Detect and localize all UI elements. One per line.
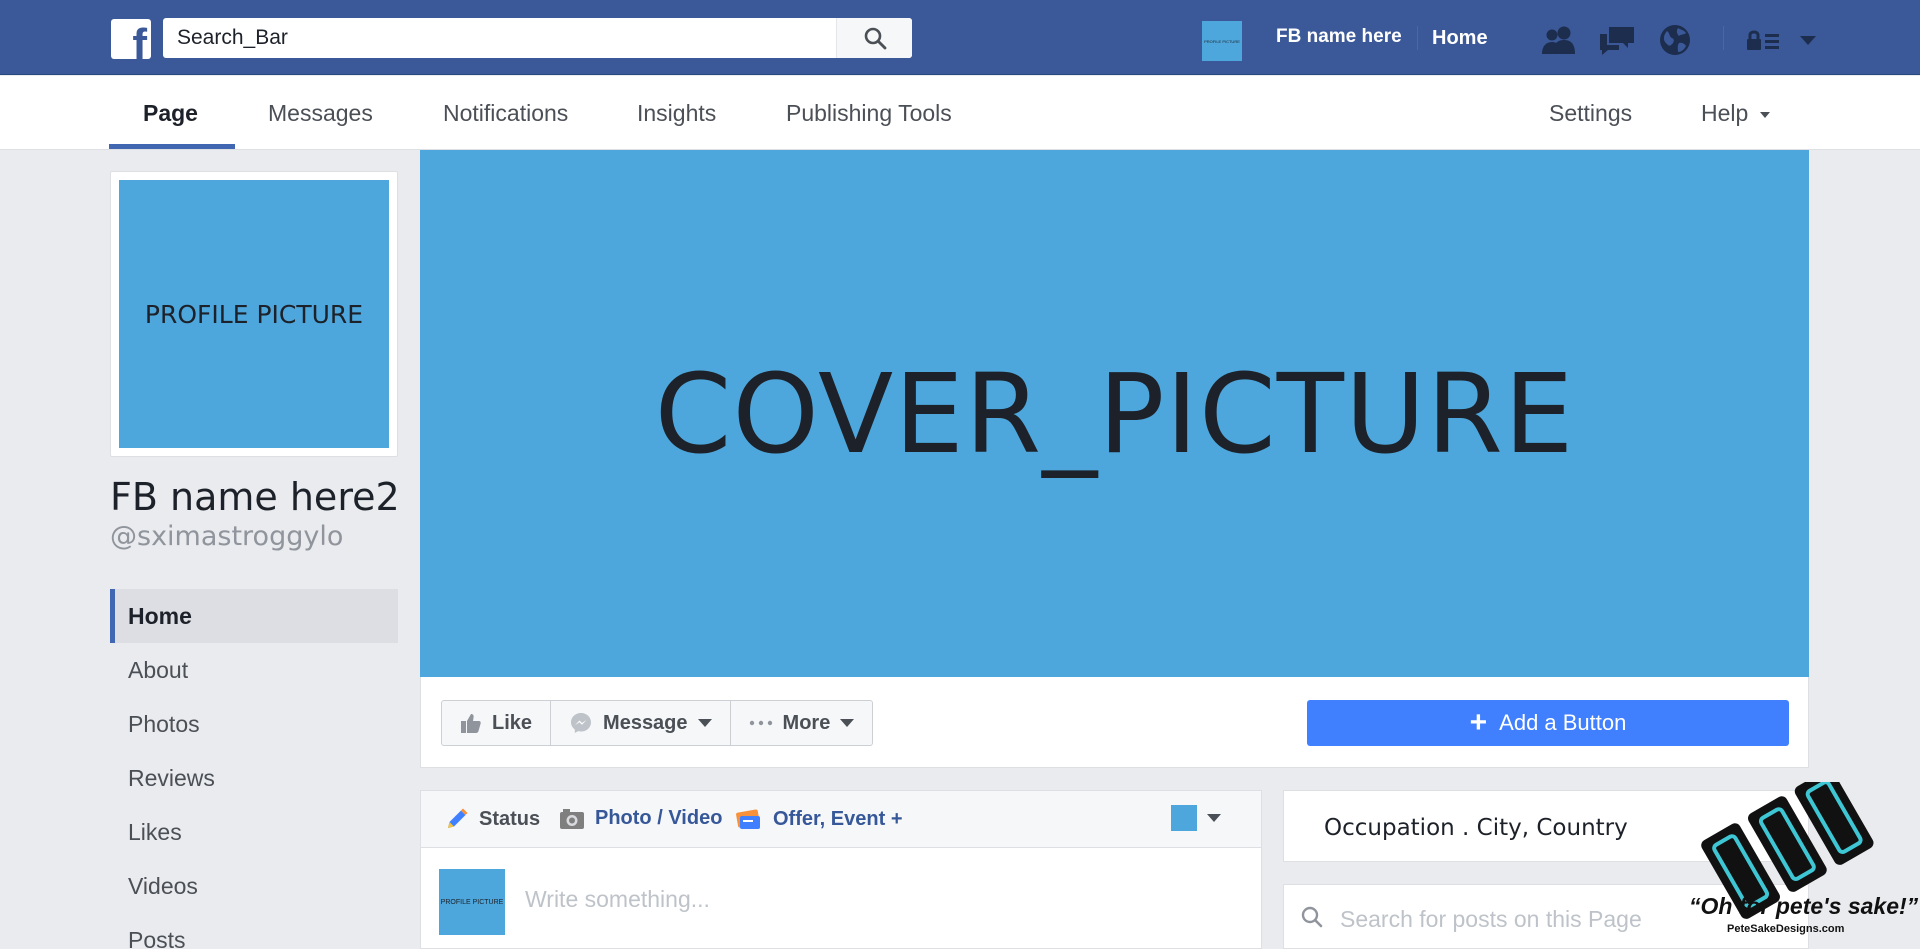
post-as-avatar[interactable] (1171, 805, 1197, 831)
global-search (163, 18, 912, 58)
messages-icon (1600, 27, 1634, 55)
plus-icon: + (1469, 706, 1488, 739)
messages-button[interactable] (1597, 22, 1637, 58)
page-action-bar: Like Message More + Add a Button (420, 677, 1809, 768)
camera-icon (560, 808, 584, 829)
composer-avatar: PROFILE PICTURE (439, 869, 505, 935)
cover-photo-label: COVER_PICTURE (654, 349, 1575, 478)
messenger-icon (571, 713, 592, 733)
composer-tab-status[interactable]: Status (445, 807, 540, 831)
tab-publishing-tools[interactable]: Publishing Tools (786, 100, 952, 127)
user-name-link[interactable]: FB name here (1276, 26, 1402, 48)
occupation-location-text: Occupation . City, Country (1324, 815, 1628, 841)
thumbs-up-icon (461, 714, 481, 733)
page-navigation: Page Messages Notifications Insights Pub… (0, 76, 1920, 150)
add-a-button[interactable]: + Add a Button (1307, 700, 1789, 746)
write-post-input[interactable] (525, 877, 1225, 921)
chevron-down-icon (840, 719, 855, 727)
sidebar-item-videos[interactable]: Videos (110, 859, 398, 913)
composer-tab-offer-event[interactable]: Offer, Event + (735, 807, 903, 831)
like-button[interactable]: Like (442, 701, 552, 745)
home-link[interactable]: Home (1432, 27, 1488, 50)
page-username[interactable]: @sximastroggylo (110, 521, 343, 552)
sidebar-item-photos[interactable]: Photos (110, 697, 398, 751)
account-settings-button[interactable] (1744, 22, 1784, 58)
active-tab-indicator (109, 144, 235, 149)
watermark-tagline: “Oh for pete's sake!” (1689, 893, 1919, 919)
sidebar-item-about[interactable]: About (110, 643, 398, 697)
cover-photo[interactable]: COVER_PICTURE (420, 150, 1809, 677)
facebook-logo-icon[interactable]: f (111, 19, 151, 59)
search-icon (864, 27, 886, 50)
user-avatar[interactable]: PROFILE PICTURE (1202, 21, 1242, 61)
notifications-button[interactable] (1655, 22, 1695, 58)
sidebar-item-likes[interactable]: Likes (110, 805, 398, 859)
tab-messages[interactable]: Messages (268, 100, 373, 127)
search-icon (1301, 906, 1323, 928)
chevron-down-icon (1760, 111, 1771, 118)
friends-icon (1542, 26, 1575, 54)
account-icon (1747, 30, 1779, 50)
page-actions-group: Like Message More (441, 700, 874, 746)
tab-insights[interactable]: Insights (637, 100, 716, 127)
tab-settings[interactable]: Settings (1549, 100, 1632, 127)
post-composer: Status Photo / Video Offer, Event + PROF… (420, 790, 1262, 949)
pencil-icon (448, 808, 468, 828)
tab-notifications[interactable]: Notifications (443, 100, 568, 127)
more-button[interactable]: More (731, 701, 873, 745)
offer-tag-icon (736, 809, 760, 829)
top-bar: f PROFILE PICTURE FB name here Home (0, 0, 1920, 75)
dropdown-icon (1800, 36, 1816, 45)
more-dots-icon (749, 720, 772, 726)
global-search-input[interactable] (163, 18, 835, 58)
tab-help[interactable]: Help (1701, 100, 1771, 127)
message-button[interactable]: Message (551, 701, 731, 745)
watermark-site: PeteSakeDesigns.com (1727, 923, 1845, 935)
sidebar-item-posts[interactable]: Posts (110, 913, 398, 949)
sidebar-item-home[interactable]: Home (110, 589, 398, 643)
search-button[interactable] (836, 18, 912, 58)
friend-requests-button[interactable] (1539, 22, 1579, 58)
sidebar-item-reviews[interactable]: Reviews (110, 751, 398, 805)
chevron-down-icon (697, 719, 712, 727)
composer-tabs: Status Photo / Video Offer, Event + (421, 791, 1261, 848)
profile-picture: PROFILE PICTURE (119, 180, 389, 448)
account-menu-button[interactable] (1788, 22, 1828, 58)
globe-icon (1660, 25, 1690, 55)
help-label: Help (1701, 100, 1749, 126)
tab-page[interactable]: Page (143, 100, 198, 127)
chevron-down-icon[interactable] (1207, 814, 1221, 822)
divider (1417, 26, 1418, 50)
profile-picture-frame[interactable]: PROFILE PICTURE (110, 171, 398, 457)
page-title: FB name here2 (110, 475, 400, 519)
divider (1723, 26, 1724, 50)
composer-tab-photo-video[interactable]: Photo / Video (559, 807, 722, 830)
